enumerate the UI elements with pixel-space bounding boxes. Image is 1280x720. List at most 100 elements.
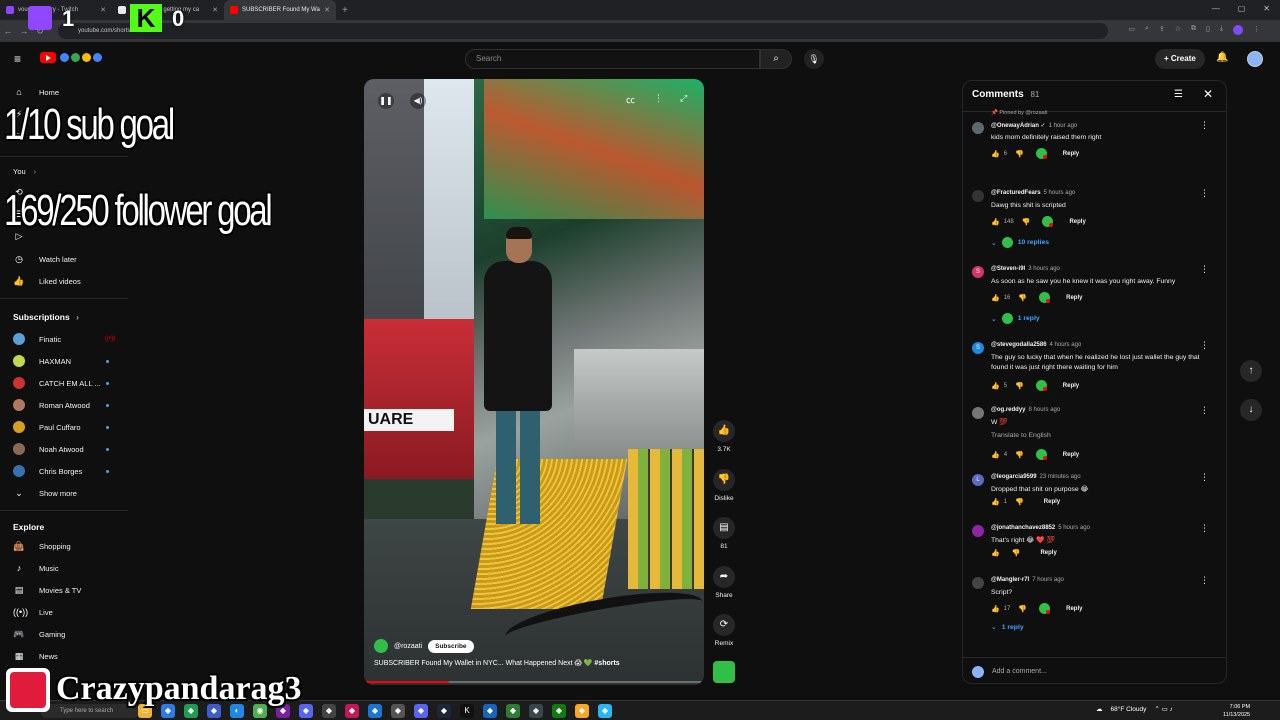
more-options-icon[interactable]: ⋮: [654, 93, 663, 104]
comment-menu-icon[interactable]: ⋮: [1200, 472, 1209, 483]
address-bar[interactable]: youtube.com/shorts/: [58, 23, 1108, 39]
video-progress-bar[interactable]: [364, 681, 704, 683]
app-icon[interactable]: ◆: [391, 704, 405, 718]
captions-icon[interactable]: ㏄: [626, 93, 635, 106]
sidebar-item-watch-later[interactable]: ◷ Watch later: [13, 251, 77, 267]
reply-button[interactable]: Reply: [1063, 383, 1079, 389]
sound-thumbnail[interactable]: [713, 661, 735, 683]
cast-icon[interactable]: ▭: [1128, 25, 1135, 35]
sidebar-item-music[interactable]: ♪ Music: [13, 560, 59, 576]
sidebar-item-you[interactable]: You ›: [13, 163, 36, 179]
thumbs-down-icon[interactable]: 👎: [1015, 150, 1024, 158]
comment-menu-icon[interactable]: ⋮: [1200, 340, 1209, 351]
create-button[interactable]: + Create: [1155, 49, 1205, 69]
close-tab-icon[interactable]: ✕: [212, 6, 218, 14]
clock[interactable]: 7:06 PM 11/13/2025: [1223, 703, 1250, 719]
voice-search-button[interactable]: 🎙: [804, 49, 824, 69]
close-tab-icon[interactable]: ✕: [100, 6, 106, 14]
commenter-avatar[interactable]: [972, 577, 984, 589]
back-icon[interactable]: ←: [0, 26, 16, 36]
add-comment-input[interactable]: Add a comment...: [992, 668, 1047, 675]
volume-icon[interactable]: ◀): [410, 93, 426, 109]
app-icon[interactable]: ◆: [529, 704, 543, 718]
sidebar-item-gaming[interactable]: 🎮 Gaming: [13, 626, 65, 642]
commenter-avatar[interactable]: L: [972, 474, 984, 486]
comment-time[interactable]: 4 hours ago: [1050, 342, 1082, 348]
subscription-item[interactable]: Noah Atwood: [13, 441, 109, 457]
profile-avatar[interactable]: [1233, 25, 1243, 35]
thumbs-up-icon[interactable]: 👍: [991, 451, 1000, 459]
maximize-icon[interactable]: ▢: [1238, 4, 1246, 13]
next-short-button[interactable]: ↓: [1240, 399, 1262, 421]
thumbs-up-icon[interactable]: 👍: [991, 150, 1000, 158]
sidebar-item-liked-videos[interactable]: 👍 Liked videos: [13, 273, 80, 289]
share-icon[interactable]: ⇪: [1159, 25, 1165, 35]
comment-time[interactable]: 23 minutes ago: [1040, 474, 1081, 480]
sidebar-item-movies[interactable]: ▤ Movies & TV: [13, 582, 82, 598]
thumbs-up-icon[interactable]: 👍: [991, 382, 1000, 390]
translate-link[interactable]: Translate to English: [991, 431, 1216, 441]
sidebar-icon[interactable]: ▯: [1206, 25, 1210, 35]
browser-tab-twitch[interactable]: vousten_tuary - Twitch ✕: [0, 0, 112, 20]
zoom-icon[interactable]: ⌕: [1145, 25, 1149, 35]
tray-icons[interactable]: ⌃ ▭ ♪: [1154, 705, 1172, 713]
comment-author[interactable]: @OnewayAdrian ✓: [991, 123, 1046, 129]
reply-button[interactable]: Reply: [1063, 452, 1079, 458]
sidebar-item-shopping[interactable]: 👜 Shopping: [13, 538, 70, 554]
thumbs-down-icon[interactable]: 👎: [1015, 451, 1024, 459]
hamburger-menu-icon[interactable]: ≡: [14, 53, 26, 65]
video-title[interactable]: SUBSCRIBER Found My Wallet in NYC... Wha…: [374, 659, 620, 667]
dislike-button[interactable]: 👎 Dislike: [712, 469, 736, 502]
menu-dots-icon[interactable]: ⋮: [1253, 25, 1260, 35]
comment-menu-icon[interactable]: ⋮: [1200, 188, 1209, 199]
reply-button[interactable]: Reply: [1040, 550, 1056, 556]
thumbs-up-icon[interactable]: 👍: [991, 218, 1000, 226]
share-button[interactable]: ➦ Share: [712, 566, 736, 599]
subscription-item[interactable]: Finatic ((•)): [13, 331, 115, 347]
extensions-icon[interactable]: ⧉: [1191, 25, 1196, 35]
pause-icon[interactable]: ❚❚: [378, 93, 394, 109]
close-window-icon[interactable]: ✕: [1263, 4, 1270, 13]
reply-button[interactable]: Reply: [1069, 219, 1085, 225]
comment-menu-icon[interactable]: ⋮: [1200, 405, 1209, 416]
thumbs-up-icon[interactable]: 👍: [991, 605, 1000, 613]
account-avatar[interactable]: [1247, 51, 1263, 67]
channel-avatar[interactable]: [374, 639, 388, 653]
app-icon[interactable]: ◆: [322, 704, 336, 718]
comment-time[interactable]: 1 hour ago: [1049, 123, 1078, 129]
comment-menu-icon[interactable]: ⋮: [1200, 523, 1209, 534]
thumbs-up-icon[interactable]: 👍: [991, 498, 1000, 506]
comment-time[interactable]: 7 hours ago: [1032, 577, 1064, 583]
app-icon[interactable]: ◆: [506, 704, 520, 718]
sidebar-item-home[interactable]: ⌂ Home: [13, 84, 59, 100]
app-icon[interactable]: ◆: [483, 704, 497, 718]
reply-button[interactable]: Reply: [1066, 606, 1082, 612]
thumbs-down-icon[interactable]: 👎: [1018, 294, 1027, 302]
thumbs-down-icon[interactable]: 👎: [1012, 549, 1021, 557]
comment-menu-icon[interactable]: ⋮: [1200, 264, 1209, 275]
reply-button[interactable]: Reply: [1044, 499, 1060, 505]
subscriptions-heading[interactable]: Subscriptions ›: [13, 312, 79, 322]
reply-button[interactable]: Reply: [1066, 295, 1082, 301]
comment-author[interactable]: @stevegodalla2586: [991, 342, 1047, 348]
commenter-avatar[interactable]: [972, 525, 984, 537]
xbox-icon[interactable]: ◆: [552, 704, 566, 718]
youtube-logo[interactable]: [40, 52, 102, 63]
reply-button[interactable]: Reply: [1063, 151, 1079, 157]
subscription-item[interactable]: HAXMAN: [13, 353, 109, 369]
like-button[interactable]: 👍 3.7K: [712, 420, 736, 453]
comments-button[interactable]: ▤ 81: [712, 517, 736, 550]
comment-author[interactable]: @Steven-i9l: [991, 266, 1025, 272]
view-replies-button[interactable]: ⌄ 1 reply: [991, 313, 1040, 324]
thumbs-down-icon[interactable]: 👎: [1022, 218, 1031, 226]
commenter-avatar[interactable]: [972, 190, 984, 202]
thumbs-down-icon[interactable]: 👎: [1018, 605, 1027, 613]
view-replies-button[interactable]: ⌄ 1 reply: [991, 623, 1024, 632]
commenter-avatar[interactable]: [972, 122, 984, 134]
comment-author[interactable]: @FracturedFears: [991, 190, 1041, 196]
sort-icon[interactable]: ☰: [1174, 89, 1183, 100]
weather-text[interactable]: 68°F Cloudy: [1111, 706, 1147, 713]
comment-time[interactable]: 5 hours ago: [1044, 190, 1076, 196]
discord-icon[interactable]: ◆: [414, 704, 428, 718]
comment-time[interactable]: 8 hours ago: [1029, 407, 1061, 413]
